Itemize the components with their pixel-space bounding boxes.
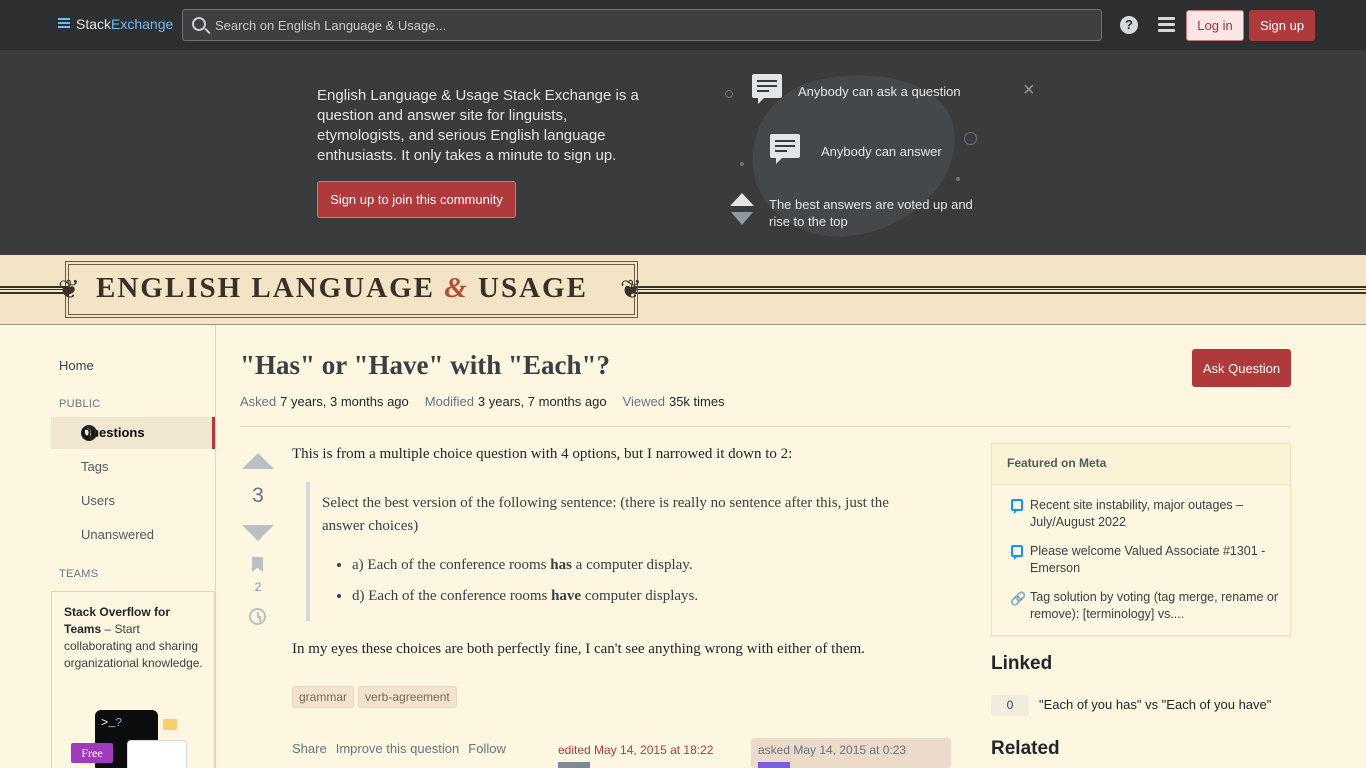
join-community-button[interactable]: Sign up to join this community [317,181,516,218]
featured-title: Featured on Meta [992,444,1290,485]
nav-unanswered[interactable]: Unanswered [81,527,154,542]
stackexchange-icon [58,17,72,31]
featured-item[interactable]: Please welcome Valued Associate #1301 - … [1030,543,1280,577]
divider [240,426,1291,427]
help-icon[interactable]: ? [1120,16,1138,34]
search-input[interactable] [183,10,1101,40]
search-box [182,9,1102,41]
linked-title: Linked [991,653,1053,674]
asker-avatar[interactable] [758,762,790,768]
question-tags: grammar verb-agreement [292,686,457,708]
decor-dot [956,177,960,181]
ask-question-button[interactable]: Ask Question [1192,349,1291,387]
follow-link[interactable]: Follow [468,741,506,756]
meta-post-icon [1011,545,1023,560]
upvote-icon[interactable] [242,453,274,469]
feature-ask: Anybody can ask a question [798,84,961,99]
decor-dot [740,162,744,166]
decor-dot [964,132,977,145]
site-title[interactable]: ENGLISH LANGUAGE & USAGE [96,272,588,305]
edited-timestamp[interactable]: edited May 14, 2015 at 18:22 [558,743,713,757]
downvote-icon[interactable] [242,525,274,541]
stackexchange-logo[interactable]: Stack Exchange [58,16,173,32]
signup-hero: English Language & Usage Stack Exchange … [0,50,1366,255]
ornament-left-icon: ❦ [58,275,80,305]
modified-meta: Modified 3 years, 7 months ago [424,394,607,409]
question-body-end: In my eyes these choices are both perfec… [292,641,865,657]
hero-description: English Language & Usage Stack Exchange … [317,87,639,164]
featured-item[interactable]: Recent site instability, major outages –… [1030,497,1280,531]
vote-down-icon [730,212,754,225]
search-icon [192,17,206,31]
signup-button[interactable]: Sign up [1249,10,1315,41]
improve-link[interactable]: Improve this question [336,741,460,756]
top-bar: StackExchange ? Log in Sign up [0,0,1366,50]
question-body-intro: This is from a multiple choice question … [292,446,793,462]
answer-options: a) Each of the conference rooms has a co… [322,554,934,608]
history-icon[interactable] [249,608,266,625]
nav-questions[interactable]: Questions [51,417,215,449]
tag-verb-agreement[interactable]: verb-agreement [358,686,457,708]
teams-promo[interactable]: Stack Overflow for Teams – Start collabo… [51,591,215,768]
nav-public-label: PUBLIC [59,398,101,410]
question-title[interactable]: "Has" or "Have" with "Each"? [240,350,610,381]
close-icon[interactable]: × [1023,80,1039,100]
tag-grammar[interactable]: grammar [292,686,355,708]
site-switcher-icon[interactable] [1158,17,1175,33]
meta-post-icon [1011,499,1023,514]
nav-teams-label: TEAMS [59,568,99,580]
ornament-right-icon: ❦ [620,275,642,305]
teams-card-icon [127,740,187,768]
linked-vote-count: 0 [991,695,1029,716]
editor-avatar[interactable] [558,762,590,768]
option-a: a) Each of the conference rooms has a co… [352,554,934,577]
related-title: Related [991,738,1060,759]
bookmark-count: 2 [254,580,262,594]
ask-question-icon [752,74,782,104]
feature-answer: Anybody can answer [821,144,942,159]
left-sidebar: Home PUBLIC Questions Tags Users Unanswe… [0,325,216,768]
share-link[interactable]: Share [292,741,327,756]
nav-users[interactable]: Users [81,493,115,508]
free-badge: Free [71,743,113,763]
featured-item[interactable]: Tag solution by voting (tag merge, renam… [1030,589,1280,623]
nav-tags[interactable]: Tags [81,459,108,474]
post-actions: Share Improve this question Follow [292,741,506,756]
question-meta: Asked 7 years, 3 months ago Modified 3 yea… [240,394,725,409]
vote-up-icon [730,193,754,206]
decor-dot [725,90,733,98]
answer-icon [770,134,800,164]
featured-on-meta: Featured on Meta Recent site instability… [991,443,1291,636]
vote-count: 3 [252,484,264,507]
option-d: d) Each of the conference rooms have com… [352,585,934,608]
viewed-meta: Viewed 35k times [622,394,725,409]
linked-question[interactable]: "Each of you has" vs "Each of you have" [1039,697,1271,712]
feature-voting: The best answers are voted up and rise t… [769,197,973,229]
teams-text: Stack Overflow for Teams – Start collabo… [64,605,203,670]
meta-tag-icon: 🔗 [1010,591,1027,606]
asked-meta: Asked 7 years, 3 months ago [240,394,409,409]
question-quote: Select the best version of the following… [306,482,950,621]
nav-home[interactable]: Home [59,358,94,373]
login-button[interactable]: Log in [1186,10,1244,41]
bookmark-icon[interactable] [252,557,263,572]
chat-bubble-icon [163,719,177,730]
